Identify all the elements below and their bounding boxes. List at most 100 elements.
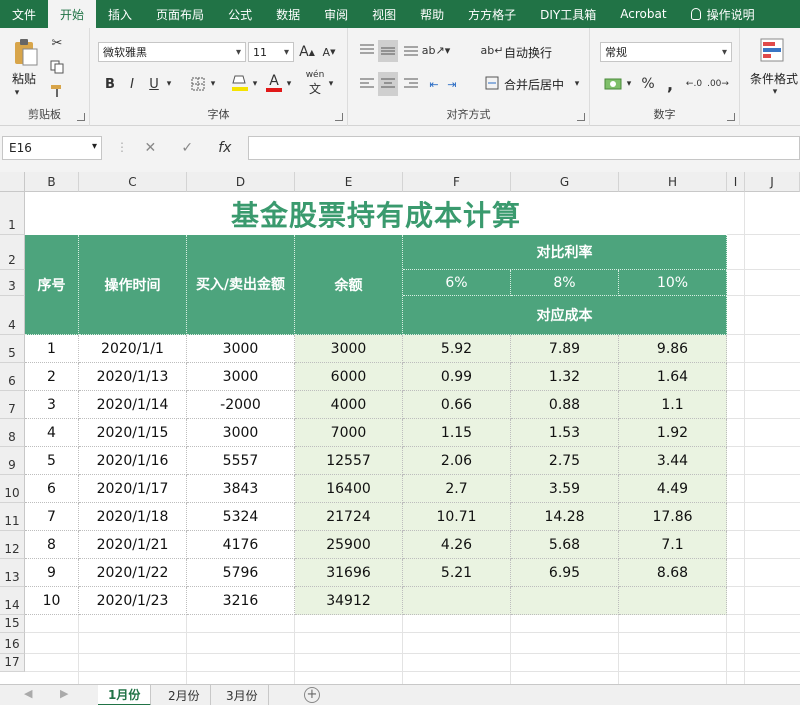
ribbon-tab[interactable]: 文件: [0, 0, 48, 28]
cut-icon[interactable]: ✂: [48, 34, 66, 52]
data-cell[interactable]: 8: [25, 531, 79, 559]
row-header[interactable]: 4: [0, 296, 25, 335]
data-cell[interactable]: 3.59: [511, 475, 619, 503]
dialog-launcher-icon[interactable]: [577, 113, 585, 121]
data-cell[interactable]: 3000: [295, 335, 403, 363]
data-cell[interactable]: 16400: [295, 475, 403, 503]
data-cell[interactable]: 4: [25, 419, 79, 447]
shrink-font-icon[interactable]: A ▼: [320, 42, 338, 62]
data-cell[interactable]: 5: [25, 447, 79, 475]
sheet-tab[interactable]: 1月份: [98, 685, 152, 705]
data-cell[interactable]: 7.89: [511, 335, 619, 363]
row-header[interactable]: 8: [0, 419, 25, 447]
data-cell[interactable]: 2.75: [511, 447, 619, 475]
data-cell[interactable]: 3843: [187, 475, 295, 503]
header-balance[interactable]: 余额: [295, 235, 403, 335]
data-cell[interactable]: 6.95: [511, 559, 619, 587]
sheet-title[interactable]: 基金股票持有成本计算: [25, 192, 727, 235]
header-rate[interactable]: 8%: [511, 270, 619, 296]
chevron-down-icon[interactable]: ▾: [624, 76, 634, 92]
column-header[interactable]: C: [79, 172, 187, 192]
align-middle-icon[interactable]: [378, 40, 398, 62]
chevron-down-icon[interactable]: ▾: [250, 76, 260, 92]
column-header[interactable]: G: [511, 172, 619, 192]
chevron-down-icon[interactable]: ▾: [326, 76, 336, 92]
row-header[interactable]: 3: [0, 270, 25, 296]
column-header[interactable]: F: [403, 172, 511, 192]
column-header[interactable]: I: [727, 172, 745, 192]
data-cell[interactable]: 2020/1/23: [79, 587, 187, 615]
data-cell[interactable]: 25900: [295, 531, 403, 559]
underline-button[interactable]: U: [146, 74, 162, 94]
data-cell[interactable]: [403, 587, 511, 615]
conditional-format-icon[interactable]: [758, 36, 786, 64]
data-cell[interactable]: [619, 587, 727, 615]
row-header[interactable]: 11: [0, 503, 25, 531]
data-cell[interactable]: [511, 587, 619, 615]
decrease-indent-icon[interactable]: ⇤: [426, 74, 442, 94]
header-rate[interactable]: 10%: [619, 270, 727, 296]
data-cell[interactable]: 31696: [295, 559, 403, 587]
ribbon-tab[interactable]: 开始: [48, 0, 97, 28]
data-cell[interactable]: 3000: [187, 419, 295, 447]
select-all-corner[interactable]: [0, 172, 25, 192]
data-cell[interactable]: 7: [25, 503, 79, 531]
copy-icon[interactable]: [48, 58, 66, 76]
align-top-icon[interactable]: [358, 40, 376, 60]
paste-icon[interactable]: [10, 36, 40, 68]
tell-me-search[interactable]: 操作说明: [679, 0, 767, 28]
chevron-down-icon[interactable]: ▾: [164, 76, 174, 92]
data-cell[interactable]: 10: [25, 587, 79, 615]
column-header[interactable]: J: [745, 172, 800, 192]
data-cell[interactable]: 2020/1/16: [79, 447, 187, 475]
data-cell[interactable]: 2020/1/14: [79, 391, 187, 419]
data-cell[interactable]: 9.86: [619, 335, 727, 363]
ribbon-tab[interactable]: Acrobat: [608, 0, 678, 28]
data-cell[interactable]: 2020/1/1: [79, 335, 187, 363]
font-size-select[interactable]: 11 ▾: [248, 42, 294, 62]
ribbon-tab[interactable]: 数据: [264, 0, 312, 28]
add-sheet-icon[interactable]: +: [304, 687, 320, 703]
data-cell[interactable]: -2000: [187, 391, 295, 419]
formula-input[interactable]: [248, 136, 800, 160]
chevron-down-icon[interactable]: ▾: [12, 88, 22, 98]
data-cell[interactable]: 5.21: [403, 559, 511, 587]
row-header[interactable]: 12: [0, 531, 25, 559]
currency-icon[interactable]: [602, 74, 624, 94]
sheet-tab[interactable]: 3月份: [216, 685, 269, 705]
data-cell[interactable]: 17.86: [619, 503, 727, 531]
data-cell[interactable]: 8.68: [619, 559, 727, 587]
phonetic-icon[interactable]: wén 文: [304, 70, 326, 96]
data-cell[interactable]: 1.53: [511, 419, 619, 447]
data-cell[interactable]: 21724: [295, 503, 403, 531]
column-header[interactable]: B: [25, 172, 79, 192]
increase-decimal-icon[interactable]: ←.0: [684, 74, 704, 94]
data-cell[interactable]: 2.7: [403, 475, 511, 503]
data-cell[interactable]: 9: [25, 559, 79, 587]
data-cell[interactable]: 14.28: [511, 503, 619, 531]
header-compare[interactable]: 对比利率: [403, 235, 727, 270]
orientation-icon[interactable]: ab↗▾: [422, 40, 450, 60]
data-cell[interactable]: 3000: [187, 363, 295, 391]
data-cell[interactable]: 0.66: [403, 391, 511, 419]
data-cell[interactable]: 34912: [295, 587, 403, 615]
ribbon-tab[interactable]: 方方格子: [456, 0, 528, 28]
data-cell[interactable]: 3000: [187, 335, 295, 363]
ribbon-tab[interactable]: 帮助: [408, 0, 456, 28]
dialog-launcher-icon[interactable]: [727, 113, 735, 121]
row-header[interactable]: 2: [0, 235, 25, 270]
row-header[interactable]: 7: [0, 391, 25, 419]
data-cell[interactable]: 2: [25, 363, 79, 391]
header-trade[interactable]: 买入/卖出金额: [187, 235, 295, 335]
row-header[interactable]: 16: [0, 633, 25, 654]
chevron-down-icon[interactable]: ▾: [770, 86, 780, 98]
format-painter-icon[interactable]: [48, 82, 66, 100]
header-time[interactable]: 操作时间: [79, 235, 187, 335]
data-cell[interactable]: 3216: [187, 587, 295, 615]
row-header[interactable]: 6: [0, 363, 25, 391]
data-cell[interactable]: 2020/1/21: [79, 531, 187, 559]
data-cell[interactable]: 10.71: [403, 503, 511, 531]
row-header[interactable]: 13: [0, 559, 25, 587]
italic-button[interactable]: I: [124, 74, 140, 94]
wrap-text-icon[interactable]: ab↵: [481, 41, 504, 59]
